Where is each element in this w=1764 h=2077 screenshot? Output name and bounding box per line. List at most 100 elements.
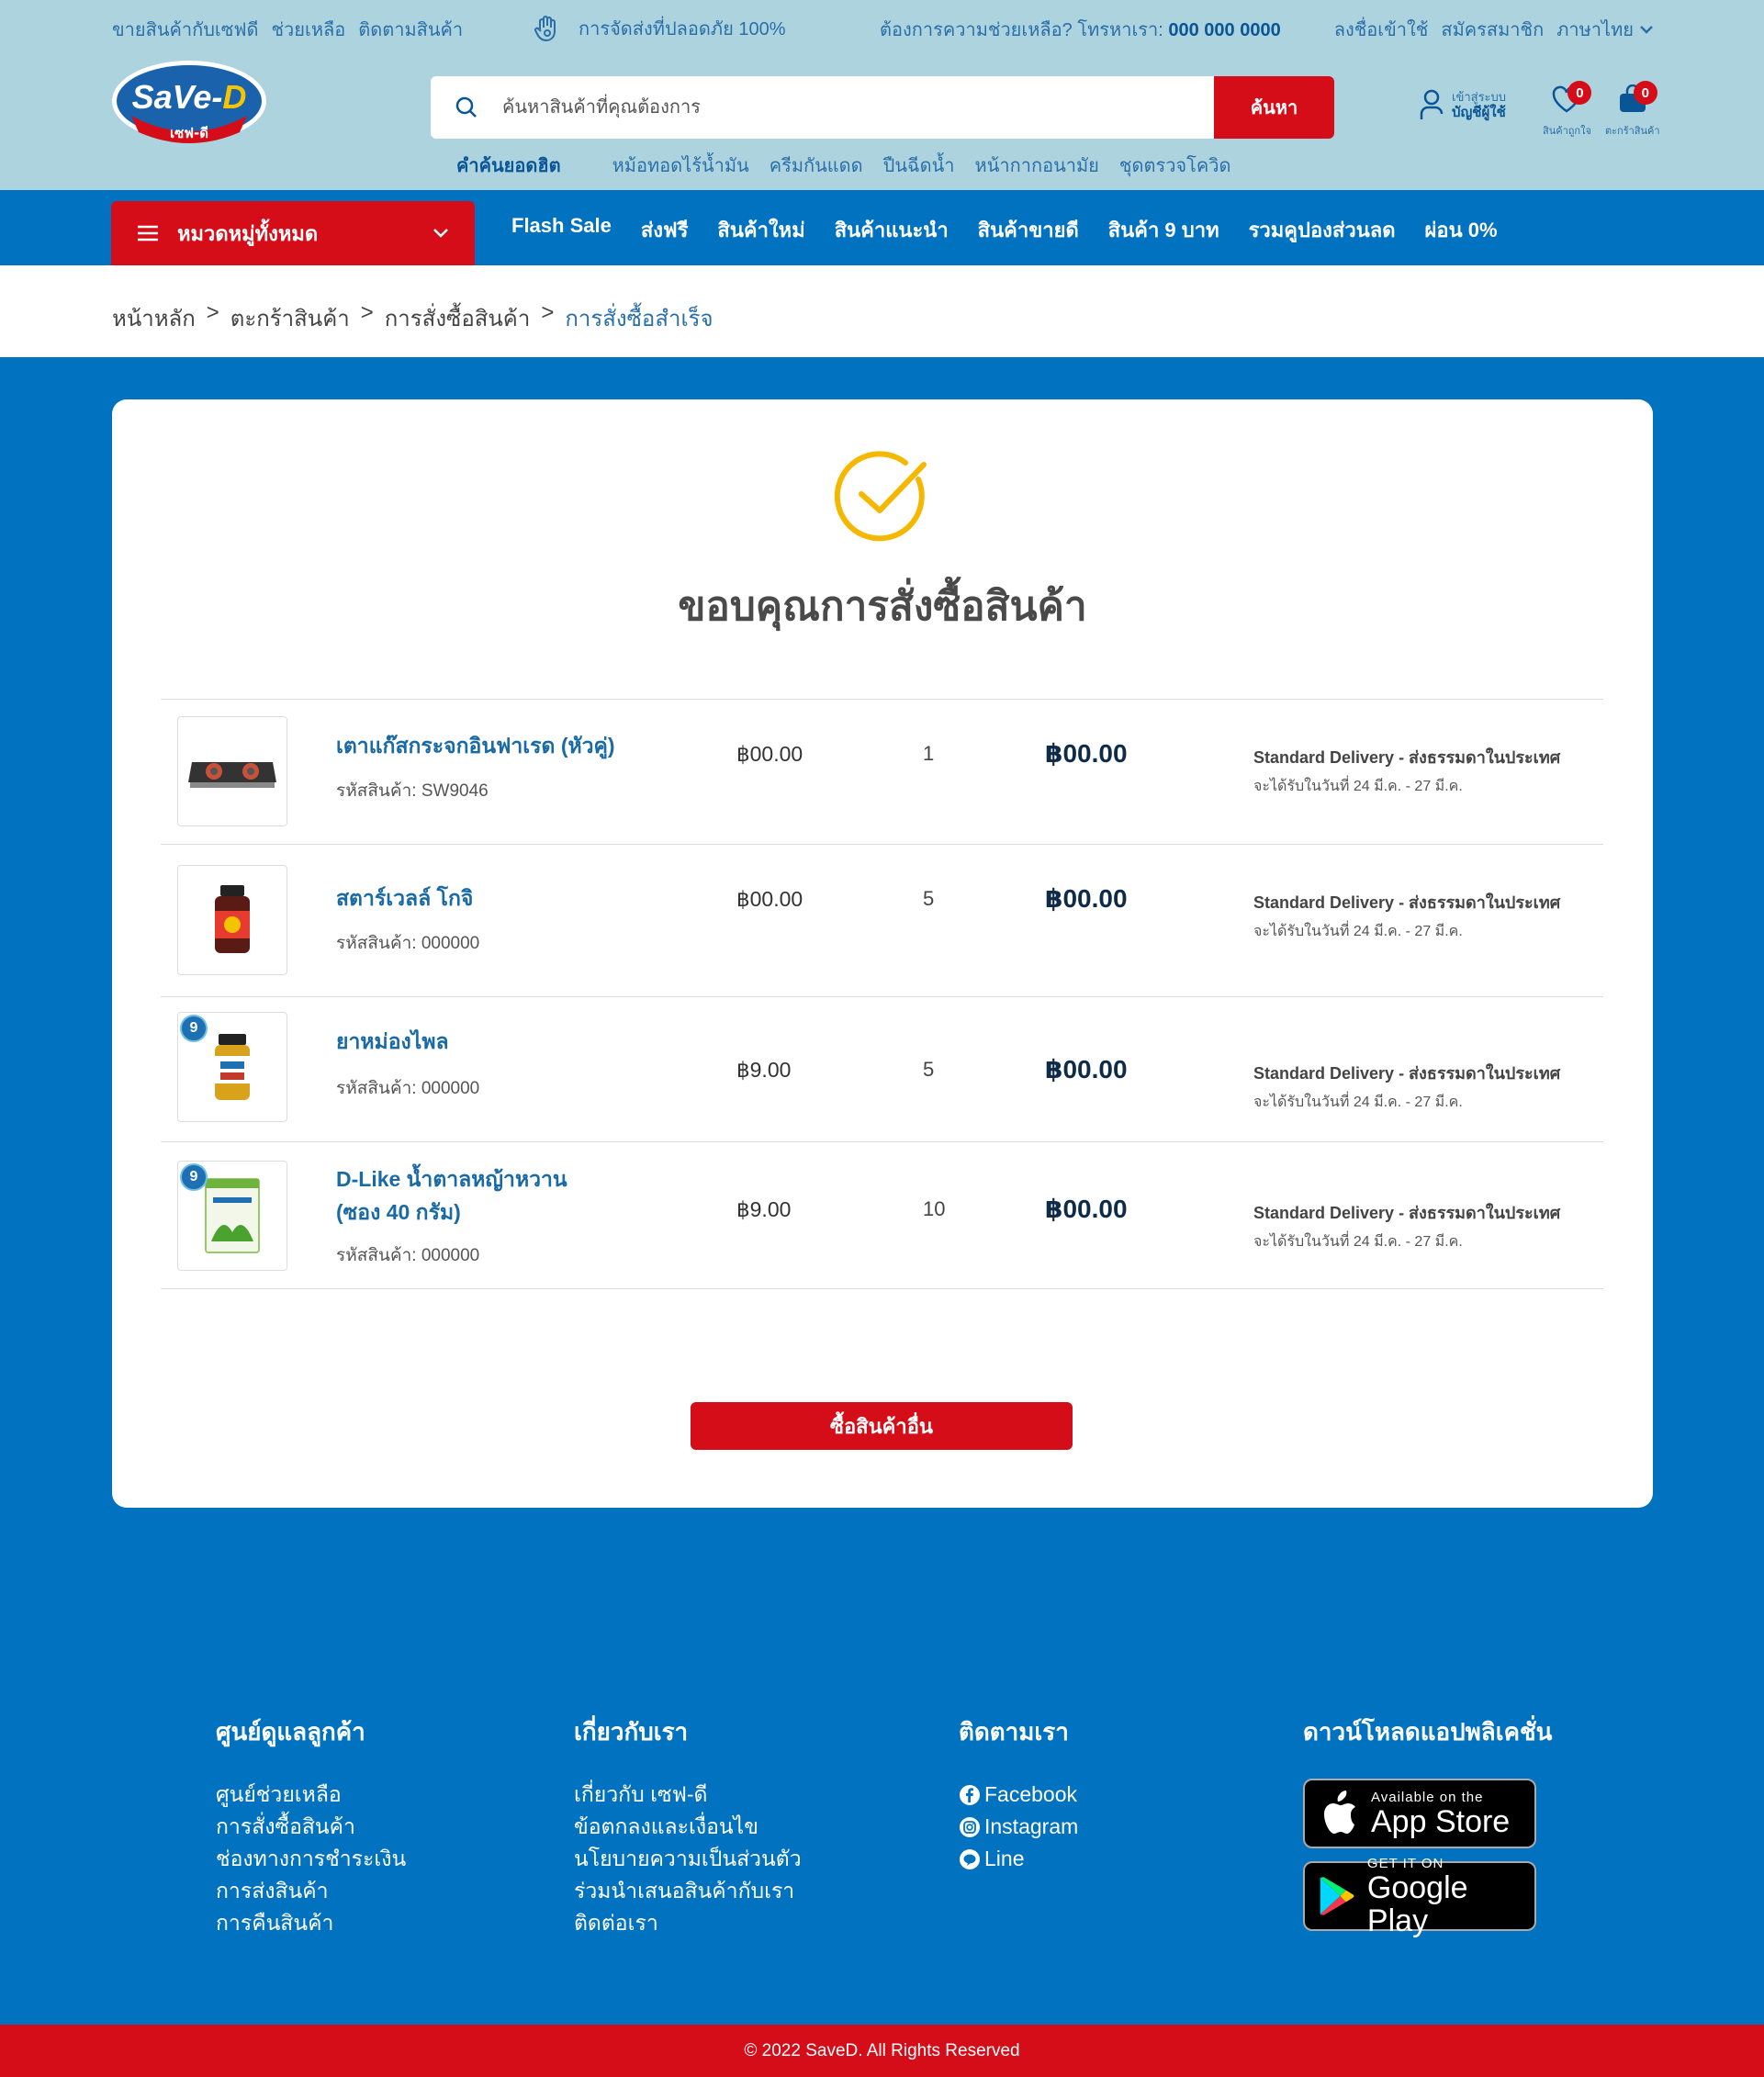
wishlist-button[interactable]: 0 สินค้าถูกใจ <box>1543 81 1592 139</box>
footer-heading: ดาวน์โหลดแอปพลิเคชั่น <box>1303 1718 1553 1746</box>
breadcrumb-cart[interactable]: ตะกร้าสินค้า <box>230 300 350 336</box>
copyright-text: © 2022 SaveD. All Rights Reserved <box>744 2040 1020 2060</box>
account-button[interactable]: เข้าสู่ระบบ บัญชีผู้ใช้ <box>1419 88 1506 121</box>
search-input[interactable] <box>502 76 1214 139</box>
continue-shopping-button[interactable]: ซื้อสินค้าอื่น <box>691 1402 1073 1450</box>
delivery-estimate: จะได้รับในวันที่ 24 มี.ค. - 27 มี.ค. <box>1253 1234 1463 1250</box>
breadcrumb-home[interactable]: หน้าหลัก <box>112 300 196 336</box>
all-categories-label: หมวดหมู่ทั้งหมด <box>177 221 319 245</box>
footer-link[interactable]: ช่องทางการชำระเงิน <box>216 1843 406 1875</box>
register-link[interactable]: สมัครสมาชิก <box>1441 15 1544 44</box>
all-categories-button[interactable]: หมวดหมู่ทั้งหมด <box>111 201 475 265</box>
footer-app-download: ดาวน์โหลดแอปพลิเคชั่น Available on the A… <box>1303 1713 1552 1944</box>
help-line: ต้องการความช่วยเหลือ? โทรหาเรา: 000 000 … <box>880 15 1281 44</box>
nav-flash-sale[interactable]: Flash Sale <box>511 214 612 246</box>
help-link[interactable]: ช่วยเหลือ <box>271 15 345 44</box>
footer-link[interactable]: ข้อตกลงและเงื่อนไข <box>574 1811 802 1843</box>
product-thumbnail[interactable] <box>177 716 287 826</box>
footer-link[interactable]: เกี่ยวกับ เซฟ-ดี <box>574 1779 802 1811</box>
order-items: เตาแก๊สกระจกอินฟาเรด (หัวคู่) รหัสสินค้า… <box>161 699 1603 1289</box>
footer-heading: เกี่ยวกับเรา <box>574 1718 689 1746</box>
product-name-line: เตาแก๊สกระจกอินฟาเรด (หัวคู่) <box>336 734 615 758</box>
nav-free-shipping[interactable]: ส่งฟรี <box>641 214 689 246</box>
breadcrumb-current: การสั่งซื้อสำเร็จ <box>565 307 713 331</box>
help-text: ต้องการความช่วยเหลือ? โทรหาเรา: <box>880 20 1163 40</box>
hot-keyword[interactable]: ปืนฉีดน้ำ <box>883 151 955 180</box>
google-play-badge[interactable]: GET IT ON Google Play <box>1303 1856 1536 1937</box>
product-sku: รหัสสินค้า: 000000 <box>336 1079 480 1098</box>
breadcrumb-checkout[interactable]: การสั่งซื้อสินค้า <box>385 300 531 336</box>
breadcrumb-separator: > <box>360 300 374 325</box>
hot-keyword[interactable]: หน้ากากอนามัย <box>975 151 1099 180</box>
product-name[interactable]: ยาหม่องไพล <box>336 1025 449 1058</box>
order-item-row: สตาร์เวลล์ โกจิ รหัสสินค้า: 000000 ฿00.0… <box>161 845 1603 997</box>
nav-9-baht[interactable]: สินค้า 9 บาท <box>1108 214 1219 246</box>
order-item-row: เตาแก๊สกระจกอินฟาเรด (หัวคู่) รหัสสินค้า… <box>161 700 1603 845</box>
hot-keyword[interactable]: ครีมกันแดด <box>770 151 863 180</box>
account-line1: เข้าสู่ระบบ <box>1452 90 1507 104</box>
nav-best-sellers[interactable]: สินค้าขายดี <box>978 214 1079 246</box>
balm-jar-image <box>215 1034 250 1100</box>
product-thumbnail[interactable]: 9 <box>177 1012 287 1122</box>
hot-keywords-title: คำค้นยอดฮิต <box>456 156 561 176</box>
hot-keyword[interactable]: หม้อทอดไร้น้ำมัน <box>612 151 749 180</box>
instagram-icon <box>960 1816 980 1837</box>
apple-icon <box>1324 1791 1355 1834</box>
footer-link[interactable]: นโยบายความเป็นส่วนตัว <box>574 1843 802 1875</box>
hot-keyword[interactable]: ชุดตรวจโควิด <box>1119 151 1231 180</box>
product-name-line: สตาร์เวลล์ โกจิ <box>336 886 474 910</box>
user-icon <box>1420 89 1444 119</box>
google-play-icon <box>1320 1877 1354 1915</box>
footer-link[interactable]: การส่งสินค้า <box>216 1875 406 1907</box>
unit-price: ฿00.00 <box>736 742 803 766</box>
login-link[interactable]: ลงชื่อเข้าใช้ <box>1334 15 1429 44</box>
menu-icon <box>138 225 158 241</box>
product-name[interactable]: เตาแก๊สกระจกอินฟาเรด (หัวคู่) <box>336 729 615 762</box>
footer-link[interactable]: ติดต่อเรา <box>574 1907 802 1939</box>
nav-installment[interactable]: ผ่อน 0% <box>1425 214 1498 246</box>
sell-link[interactable]: ขายสินค้ากับเซฟดี <box>112 15 258 44</box>
product-thumbnail[interactable]: 9 <box>177 1161 287 1271</box>
line-icon <box>960 1848 980 1869</box>
footer-link[interactable]: การคืนสินค้า <box>216 1907 406 1939</box>
help-phone[interactable]: 000 000 0000 <box>1168 20 1280 40</box>
cart-button[interactable]: 0 ตะกร้าสินค้า <box>1605 81 1660 139</box>
footer-link[interactable]: การสั่งซื้อสินค้า <box>216 1811 406 1843</box>
footer-link[interactable]: ร่วมนำเสนอสินค้ากับเรา <box>574 1875 802 1907</box>
cart-count: 0 <box>1633 81 1657 105</box>
wishlist-caption: สินค้าถูกใจ <box>1543 126 1591 137</box>
product-name-line: (ซอง 40 กรัม) <box>336 1200 461 1224</box>
shipping-method: Standard Delivery - ส่งธรรมดาในประเทศ <box>1253 748 1561 767</box>
sweetener-pack-image <box>205 1178 260 1253</box>
app-store-badge[interactable]: Available on the App Store <box>1303 1779 1536 1848</box>
quantity: 5 <box>923 1058 935 1081</box>
product-name[interactable]: D-Like น้ำตาลหญ้าหวาน (ซอง 40 กรัม) <box>336 1162 567 1229</box>
instagram-link[interactable]: Instagram <box>959 1811 1078 1843</box>
breadcrumb: หน้าหลัก > ตะกร้าสินค้า > การสั่งซื้อสิน… <box>112 300 713 336</box>
nav-coupons[interactable]: รวมคูปองส่วนลด <box>1249 214 1396 246</box>
line-total: ฿00.00 <box>1045 1055 1128 1083</box>
line-total: ฿00.00 <box>1045 884 1128 913</box>
footer-link[interactable]: ศูนย์ช่วยเหลือ <box>216 1779 406 1811</box>
product-thumbnail[interactable] <box>177 865 287 975</box>
footer-follow: ติดตามเรา Facebook Instagram Line <box>959 1713 1078 1875</box>
product-name[interactable]: สตาร์เวลล์ โกจิ <box>336 881 473 915</box>
cart-caption: ตะกร้าสินค้า <box>1605 126 1660 137</box>
track-link[interactable]: ติดตามสินค้า <box>358 15 463 44</box>
chevron-down-icon <box>1640 26 1653 34</box>
nav-links: Flash Sale ส่งฟรี สินค้าใหม่ สินค้าแนะนำ… <box>511 214 1498 246</box>
app-store-text: Available on the App Store <box>1371 1790 1510 1838</box>
nav-new-products[interactable]: สินค้าใหม่ <box>717 214 804 246</box>
unit-price: ฿00.00 <box>736 887 803 911</box>
nav-recommended[interactable]: สินค้าแนะนำ <box>835 214 949 246</box>
account-line2: บัญชีผู้ใช้ <box>1452 105 1506 120</box>
facebook-link[interactable]: Facebook <box>959 1779 1078 1811</box>
site-logo[interactable]: SaVe-D เซฟ-ดี <box>111 59 267 149</box>
delivery-estimate: จะได้รับในวันที่ 24 มี.ค. - 27 มี.ค. <box>1253 779 1463 794</box>
hot-keywords: คำค้นยอดฮิต หม้อทอดไร้น้ำมัน ครีมกันแดด … <box>456 151 1231 180</box>
instagram-label: Instagram <box>984 1814 1079 1838</box>
chevron-down-icon <box>433 229 448 238</box>
line-link[interactable]: Line <box>959 1843 1078 1875</box>
language-select[interactable]: ภาษาไทย <box>1556 15 1654 44</box>
search-button[interactable]: ค้นหา <box>1214 76 1334 139</box>
